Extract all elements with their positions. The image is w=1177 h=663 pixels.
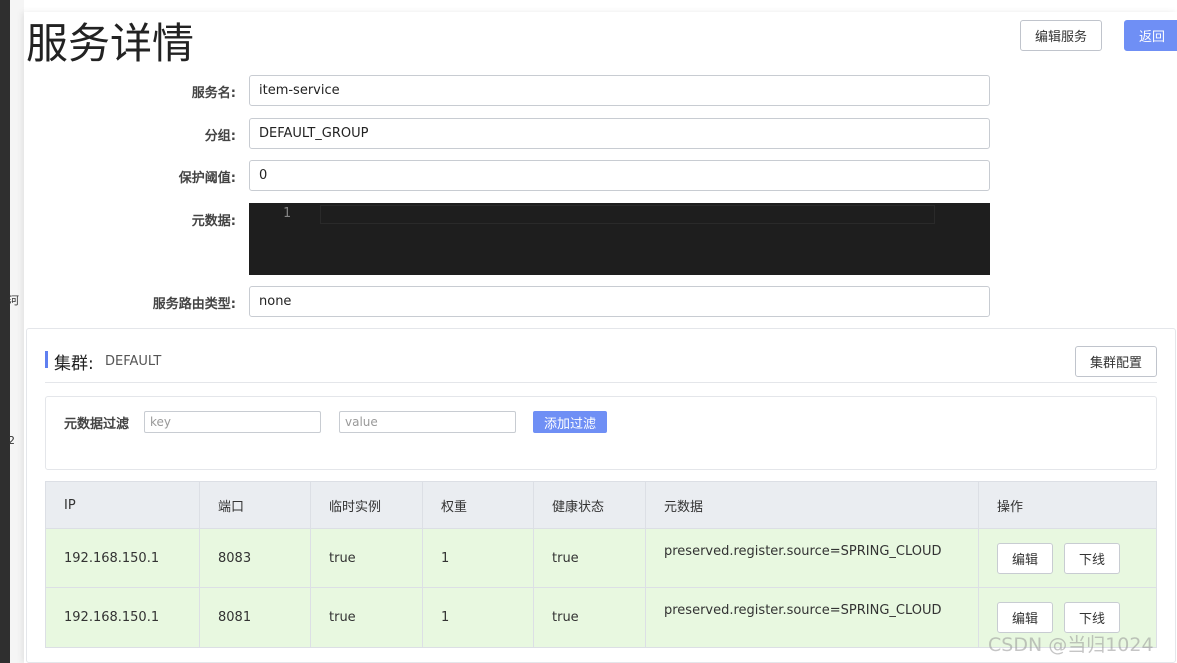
cell-metadata: preserved.register.source=SPRING_CLOUD [646,588,979,647]
edit-service-button[interactable]: 编辑服务 [1020,20,1102,51]
cell-ip: 192.168.150.1 [46,529,200,587]
instance-table: IP 端口 临时实例 权重 健康状态 元数据 操作 192.168.150.1 … [45,481,1157,648]
table-row: 192.168.150.1 8083 true 1 true preserved… [46,529,1156,588]
metadata-filter-label: 元数据过滤 [64,417,130,432]
protect-threshold-label: 保护阈值: [178,171,236,186]
line-number: 1 [283,206,291,221]
cluster-name: DEFAULT [105,354,162,369]
header-health: 健康状态 [534,482,646,528]
offline-instance-button[interactable]: 下线 [1064,542,1120,574]
edit-instance-button[interactable]: 编辑 [997,602,1053,633]
filter-key-input[interactable]: key [144,411,321,433]
add-filter-button[interactable]: 添加过滤 [533,411,607,433]
header-ephemeral: 临时实例 [311,482,423,528]
group-label: 分组: [204,129,236,144]
left-window-gap: 河 2 [8,0,24,663]
offline-instance-button[interactable]: 下线 [1064,602,1120,633]
cell-ephemeral: true [311,529,423,587]
cell-health: true [534,588,646,647]
edit-instance-button[interactable]: 编辑 [997,542,1053,574]
protect-threshold-field[interactable]: 0 [249,160,990,191]
router-type-field[interactable]: none [249,286,990,317]
back-button[interactable]: 返回 [1124,20,1177,51]
header-actions: 操作 [997,499,1024,515]
cell-port: 8081 [200,588,311,647]
header-port: 端口 [200,482,311,528]
cell-health: true [534,529,646,587]
metadata-label: 元数据: [191,214,236,229]
cell-ephemeral: true [311,588,423,647]
filter-value-input[interactable]: value [339,411,516,433]
router-type-label: 服务路由类型: [152,297,236,312]
edge-clipped-text: 2 [8,434,15,447]
cluster-divider [45,382,1157,383]
cluster-config-button[interactable]: 集群配置 [1075,346,1157,377]
csdn-watermark: CSDN @当归1024 [988,634,1154,656]
cell-port: 8083 [200,529,311,587]
service-name-field[interactable]: item-service [249,75,990,106]
header-ip: IP [46,482,200,528]
current-line-highlight [320,205,935,224]
group-field[interactable]: DEFAULT_GROUP [249,118,990,149]
header-metadata: 元数据 [646,482,979,528]
cluster-title: 集群: [54,354,94,374]
cell-metadata: preserved.register.source=SPRING_CLOUD [646,529,979,587]
left-window-edge [0,0,10,663]
service-name-label: 服务名: [191,86,236,101]
page-title: 服务详情 [26,19,195,68]
cell-weight: 1 [423,588,534,647]
cell-ip: 192.168.150.1 [46,588,200,647]
cluster-accent-bar [45,351,48,368]
metadata-code-editor[interactable]: 1 [249,203,990,275]
edge-clipped-text: 河 [8,294,19,307]
cell-weight: 1 [423,529,534,587]
metadata-filter-box [45,396,1157,470]
table-header-row: IP 端口 临时实例 权重 健康状态 元数据 操作 [46,482,1156,529]
header-weight: 权重 [423,482,534,528]
cell-actions: 编辑 下线 [979,529,1156,587]
